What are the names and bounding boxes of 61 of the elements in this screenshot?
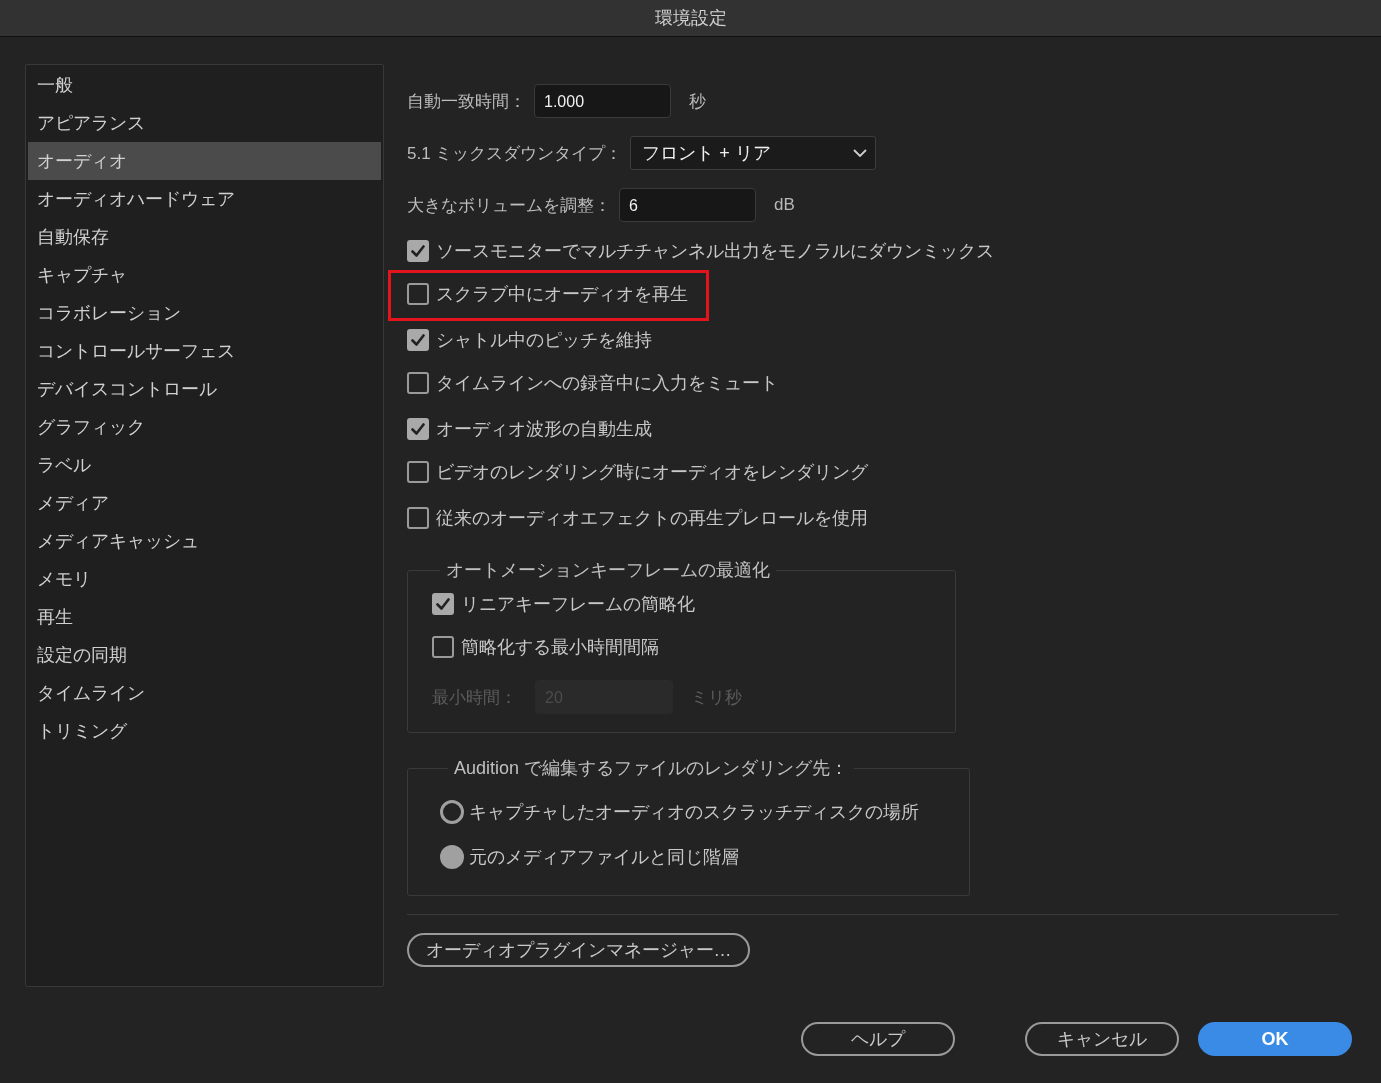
dropdown[interactable]: フロント + リア [630, 136, 877, 170]
sidebar-item[interactable]: コラボレーション [28, 294, 381, 332]
checkbox[interactable] [407, 240, 429, 262]
unit-label: 秒 [689, 90, 706, 113]
radio-button[interactable] [440, 800, 464, 824]
sidebar-item[interactable]: タイムライン [28, 674, 381, 712]
sidebar-item[interactable]: グラフィック [28, 408, 381, 446]
sidebar-item[interactable]: 再生 [28, 598, 381, 636]
sidebar-item[interactable]: メモリ [28, 560, 381, 598]
unit-label: ミリ秒 [691, 686, 742, 709]
checkbox[interactable] [407, 507, 429, 529]
checkbox[interactable] [407, 418, 429, 440]
dialog-button[interactable]: ヘルプ [801, 1022, 955, 1056]
chevron-down-icon [853, 149, 868, 157]
sidebar-item[interactable]: メディアキャッシュ [28, 522, 381, 560]
radio-button[interactable] [440, 845, 464, 869]
checkbox[interactable] [432, 593, 454, 615]
window-title: 環境設定 [654, 7, 727, 30]
field-label: 最小時間： [432, 686, 517, 709]
field-label: 自動一致時間： [407, 90, 526, 113]
sidebar-item[interactable]: メディア [28, 484, 381, 522]
sidebar-item[interactable]: アピアランス [28, 104, 381, 142]
sidebar-item[interactable]: オーディオハードウェア [28, 180, 381, 218]
sidebar-item[interactable]: キャプチャ [28, 256, 381, 294]
plugin-manager-button[interactable]: オーディオプラグインマネージャー… [407, 933, 750, 967]
sidebar-item[interactable]: ラベル [28, 446, 381, 484]
checkbox[interactable] [407, 461, 429, 483]
checkmark-icon [436, 598, 450, 610]
checkbox-label: 従来のオーディオエフェクトの再生プレロールを使用 [436, 507, 868, 530]
checkbox[interactable] [407, 329, 429, 351]
checkbox-label: オーディオ波形の自動生成 [436, 418, 652, 441]
input-field[interactable]: 6 [619, 188, 756, 222]
checkbox-label: スクラブ中にオーディオを再生 [436, 283, 688, 306]
checkbox[interactable] [432, 636, 454, 658]
radio-label: キャプチャしたオーディオのスクラッチディスクの場所 [469, 801, 919, 824]
checkbox[interactable] [407, 372, 429, 394]
unit-label: dB [774, 195, 795, 215]
checkmark-icon [411, 423, 425, 435]
checkbox-label: リニアキーフレームの簡略化 [461, 593, 695, 616]
checkbox-label: ビデオのレンダリング時にオーディオをレンダリング [436, 461, 868, 484]
checkmark-icon [411, 334, 425, 346]
sidebar-item[interactable]: オーディオ [28, 142, 381, 180]
field-label: 大きなボリュームを調整： [407, 194, 611, 217]
sidebar-item[interactable]: コントロールサーフェス [28, 332, 381, 370]
sidebar-item[interactable]: 一般 [28, 66, 381, 104]
checkbox-label: タイムラインへの録音中に入力をミュート [436, 372, 778, 395]
checkmark-icon [411, 245, 425, 257]
group-title: オートメーションキーフレームの最適化 [445, 559, 771, 582]
sidebar-item[interactable]: 自動保存 [28, 218, 381, 256]
sidebar-item[interactable]: 設定の同期 [28, 636, 381, 674]
sidebar-item[interactable]: デバイスコントロール [28, 370, 381, 408]
checkbox[interactable] [407, 283, 429, 305]
checkbox-label: ソースモニターでマルチチャンネル出力をモノラルにダウンミックス [436, 240, 994, 263]
input-field[interactable]: 1.000 [534, 84, 671, 118]
field-label: 5.1 ミックスダウンタイプ： [407, 142, 623, 165]
checkbox-label: 簡略化する最小時間間隔 [461, 636, 659, 659]
radio-label: 元のメディアファイルと同じ階層 [469, 846, 739, 869]
dialog-button[interactable]: キャンセル [1025, 1022, 1179, 1056]
group-title: Audition で編集するファイルのレンダリング先： [453, 757, 850, 780]
sidebar-item[interactable]: トリミング [28, 712, 381, 750]
checkbox-label: シャトル中のピッチを維持 [436, 329, 652, 352]
